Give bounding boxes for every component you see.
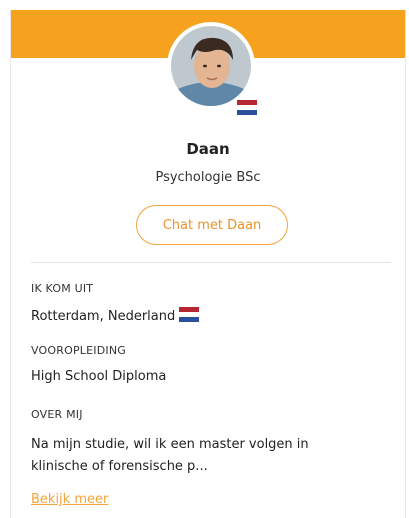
origin-value: Rotterdam, Nederland [31,309,176,324]
ambassador-study: Psychologie BSc [155,170,261,185]
netherlands-flag-icon [179,307,200,322]
ambassador-name: Daan [186,140,230,158]
netherlands-flag-icon [237,100,257,115]
about-text: Na mijn studie, wil ik een master volgen… [31,437,309,474]
origin-value-row: Rotterdam, Nederland [31,307,200,324]
avatar[interactable] [167,22,255,110]
origin-label: IK KOM UIT [31,282,94,295]
divider [31,262,391,263]
about-label: OVER MIJ [31,408,83,421]
see-more-link[interactable]: Bekijk meer [31,492,108,507]
education-label: VOOROPLEIDING [31,344,126,357]
ambassador-card: Daan Psychologie BSc Chat met Daan IK KO… [10,10,406,518]
chat-button[interactable]: Chat met Daan [136,205,288,245]
avatar-photo [171,26,251,106]
avatar-container [167,22,257,115]
education-value: High School Diploma [31,369,167,384]
